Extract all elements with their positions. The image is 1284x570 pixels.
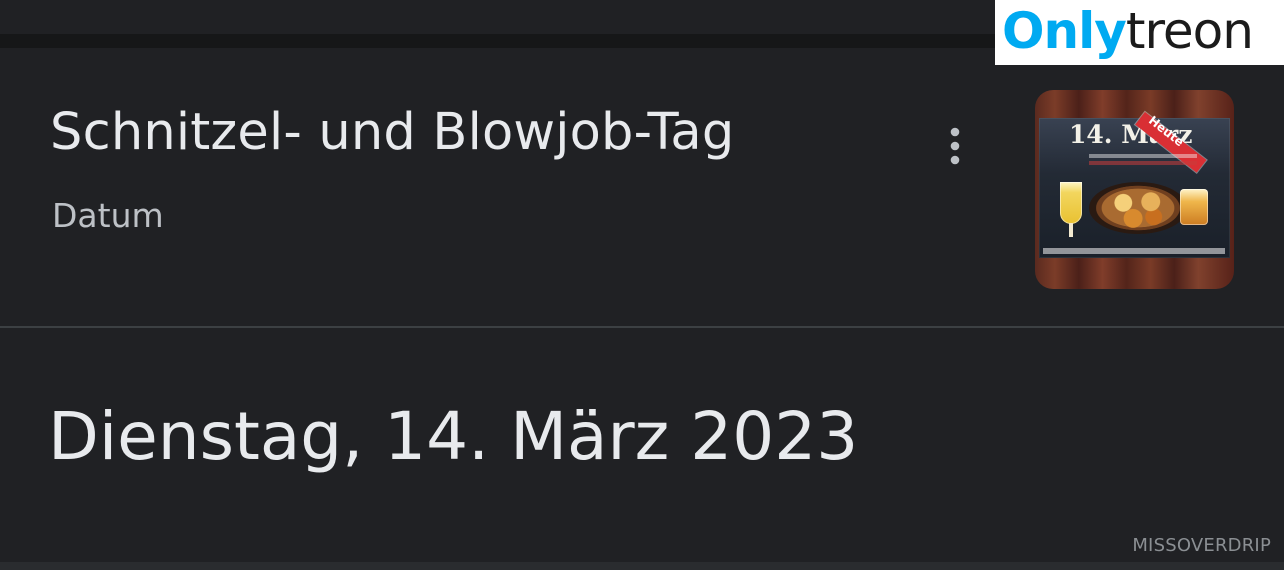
event-image-thumbnail[interactable]: 14. März Heute: [1035, 90, 1234, 289]
thumbnail-subline: [1089, 154, 1197, 158]
thumbnail-footer-line: [1043, 248, 1225, 254]
bottom-divider: [0, 562, 1284, 570]
bottom-watermark: MISSOVERDRIP: [1132, 535, 1271, 556]
more-options-button[interactable]: [934, 122, 976, 170]
whisky-glass-icon: [1180, 189, 1208, 225]
beer-glass-icon: [1060, 182, 1082, 224]
onlytreon-logo: Onlytreon: [995, 0, 1284, 65]
onlytreon-logo-right: treon: [1125, 2, 1254, 60]
beer-glass-stem: [1069, 223, 1073, 237]
onlytreon-logo-left: Only: [1002, 2, 1127, 60]
event-date: Dienstag, 14. März 2023: [48, 398, 859, 475]
event-subtitle: Datum: [52, 196, 164, 235]
more-vert-icon: [950, 127, 960, 165]
event-title: Schnitzel- und Blowjob-Tag: [50, 103, 735, 162]
schnitzel-plate-icon: [1089, 182, 1187, 234]
